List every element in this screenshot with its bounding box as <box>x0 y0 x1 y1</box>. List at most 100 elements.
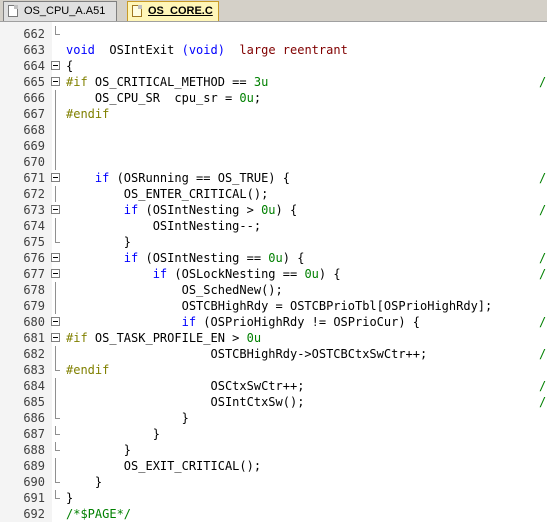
fold-end-marker <box>51 26 60 42</box>
code-line[interactable]: 684 OSCtxSwCtr++; / <box>0 378 547 394</box>
code-text: } <box>66 443 132 457</box>
fold-toggle-icon[interactable] <box>51 170 60 186</box>
code-text: OS_ENTER_CRITICAL(); <box>66 187 269 201</box>
fold-guide <box>51 458 60 474</box>
fold-toggle-icon[interactable] <box>51 250 60 266</box>
code-line[interactable]: 691} <box>0 490 547 506</box>
fold-guide <box>51 122 60 138</box>
code-line[interactable]: 686 } <box>0 410 547 426</box>
code-line[interactable]: 680 if (OSPrioHighRdy != OSPrioCur) {/ <box>0 314 547 330</box>
line-number: 684 <box>23 379 45 393</box>
code-line[interactable]: 667 #endif <box>0 106 547 122</box>
line-number: 667 <box>23 107 45 121</box>
tab-os-cpu-a-a51[interactable]: OS_CPU_A.A51 <box>3 1 117 21</box>
fold-guide <box>51 394 60 410</box>
code-line[interactable]: 688 } <box>0 442 547 458</box>
file-icon <box>8 5 18 17</box>
fold-toggle-icon[interactable] <box>51 266 60 282</box>
fold-end-marker <box>51 426 60 442</box>
fold-guide <box>51 298 60 314</box>
code-line[interactable]: 683 #endif <box>0 362 547 378</box>
line-number: 666 <box>23 91 45 105</box>
fold-guide <box>51 90 60 106</box>
code-line[interactable]: 663 void OSIntExit (void) large reentrant <box>0 42 547 58</box>
tab-os-core-c[interactable]: OS_CORE.C <box>127 1 219 21</box>
code-line[interactable]: 690 } <box>0 474 547 490</box>
code-text: #endif <box>66 107 110 121</box>
fold-toggle-icon[interactable] <box>51 202 60 218</box>
code-line[interactable]: 673 if (OSIntNesting > 0u) { / <box>0 202 547 218</box>
code-line[interactable]: 670 <box>0 154 547 170</box>
line-number: 688 <box>23 443 45 457</box>
code-text: if (OSLockNesting == 0u) { <box>152 267 341 281</box>
code-line[interactable]: 665 #if OS_CRITICAL_METHOD == 3u / <box>0 74 547 90</box>
fold-toggle-icon[interactable] <box>51 314 60 330</box>
code-line[interactable]: 685 OSIntCtxSw(); / <box>0 394 547 410</box>
code-text: OS_EXIT_CRITICAL(); <box>66 459 262 473</box>
line-number: 681 <box>23 331 45 345</box>
code-line[interactable]: 669 <box>0 138 547 154</box>
code-text: if (OSRunning == OS_TRUE) { <box>94 171 290 185</box>
code-line[interactable]: 681 #if OS_TASK_PROFILE_EN > 0u <box>0 330 547 346</box>
code-text: void OSIntExit (void) large reentrant <box>66 43 348 57</box>
code-line[interactable]: 682 OSTCBHighRdy->OSTCBCtxSwCtr++; / <box>0 346 547 362</box>
code-text: OSIntNesting--; <box>66 219 262 233</box>
fold-guide <box>51 106 60 122</box>
code-line[interactable]: 687 } <box>0 426 547 442</box>
code-line[interactable]: 675 } <box>0 234 547 250</box>
fold-toggle-icon[interactable] <box>51 74 60 90</box>
code-text: #if OS_CRITICAL_METHOD == 3u <box>66 75 269 89</box>
line-number: 671 <box>23 171 45 185</box>
fold-end-marker <box>51 474 60 490</box>
code-text: if (OSIntNesting > 0u) { <box>123 203 298 217</box>
line-number: 677 <box>23 267 45 281</box>
line-number: 685 <box>23 395 45 409</box>
code-line[interactable]: 664 { <box>0 58 547 74</box>
code-line[interactable]: 689 OS_EXIT_CRITICAL(); <box>0 458 547 474</box>
fold-guide <box>51 154 60 170</box>
code-line[interactable]: 672 OS_ENTER_CRITICAL(); <box>0 186 547 202</box>
line-number: 689 <box>23 459 45 473</box>
line-number: 683 <box>23 363 45 377</box>
truncated-comment: / <box>539 347 547 361</box>
fold-end-marker <box>51 410 60 426</box>
code-text: } <box>66 427 160 441</box>
fold-guide <box>51 138 60 154</box>
fold-guide <box>51 378 60 394</box>
truncated-comment: / <box>539 75 547 89</box>
code-line[interactable]: 671 if (OSRunning == OS_TRUE) {/ <box>0 170 547 186</box>
code-line[interactable]: 662 <box>0 26 547 42</box>
code-text: /*$PAGE*/ <box>66 507 132 521</box>
code-line[interactable]: 678 OS_SchedNew(); <box>0 282 547 298</box>
code-line[interactable]: 666 OS_CPU_SR cpu_sr = 0u; <box>0 90 547 106</box>
fold-end-marker <box>51 234 60 250</box>
fold-end-marker <box>51 490 60 506</box>
line-number: 686 <box>23 411 45 425</box>
code-line[interactable]: 679 OSTCBHighRdy = OSTCBPrioTbl[OSPrioHi… <box>0 298 547 314</box>
code-text: } <box>66 411 189 425</box>
line-number: 673 <box>23 203 45 217</box>
fold-guide <box>51 346 60 362</box>
code-line[interactable]: 677 if (OSLockNesting == 0u) {/ <box>0 266 547 282</box>
line-number: 669 <box>23 139 45 153</box>
code-text: OSTCBHighRdy = OSTCBPrioTbl[OSPrioHighRd… <box>66 299 493 313</box>
line-number: 692 <box>23 507 45 521</box>
code-line[interactable]: 674 OSIntNesting--; <box>0 218 547 234</box>
code-text: OSIntCtxSw(); <box>66 395 305 409</box>
line-number: 662 <box>23 27 45 41</box>
line-number: 679 <box>23 299 45 313</box>
code-text: #endif <box>66 363 110 377</box>
code-text: OS_CPU_SR cpu_sr = 0u; <box>66 91 262 105</box>
fold-toggle-icon[interactable] <box>51 330 60 346</box>
truncated-comment: / <box>539 251 547 265</box>
line-number: 672 <box>23 187 45 201</box>
code-line[interactable]: 668 <box>0 122 547 138</box>
tab-label: OS_CORE.C <box>148 5 213 17</box>
truncated-comment: / <box>539 203 547 217</box>
code-editor[interactable]: 662 663 void OSIntExit (void) large reentr… <box>0 22 547 522</box>
code-text: } <box>66 475 103 489</box>
line-number: 668 <box>23 123 45 137</box>
fold-toggle-icon[interactable] <box>51 58 60 74</box>
code-line[interactable]: 692 /*$PAGE*/ <box>0 506 547 522</box>
code-line[interactable]: 676 if (OSIntNesting == 0u) {/ <box>0 250 547 266</box>
